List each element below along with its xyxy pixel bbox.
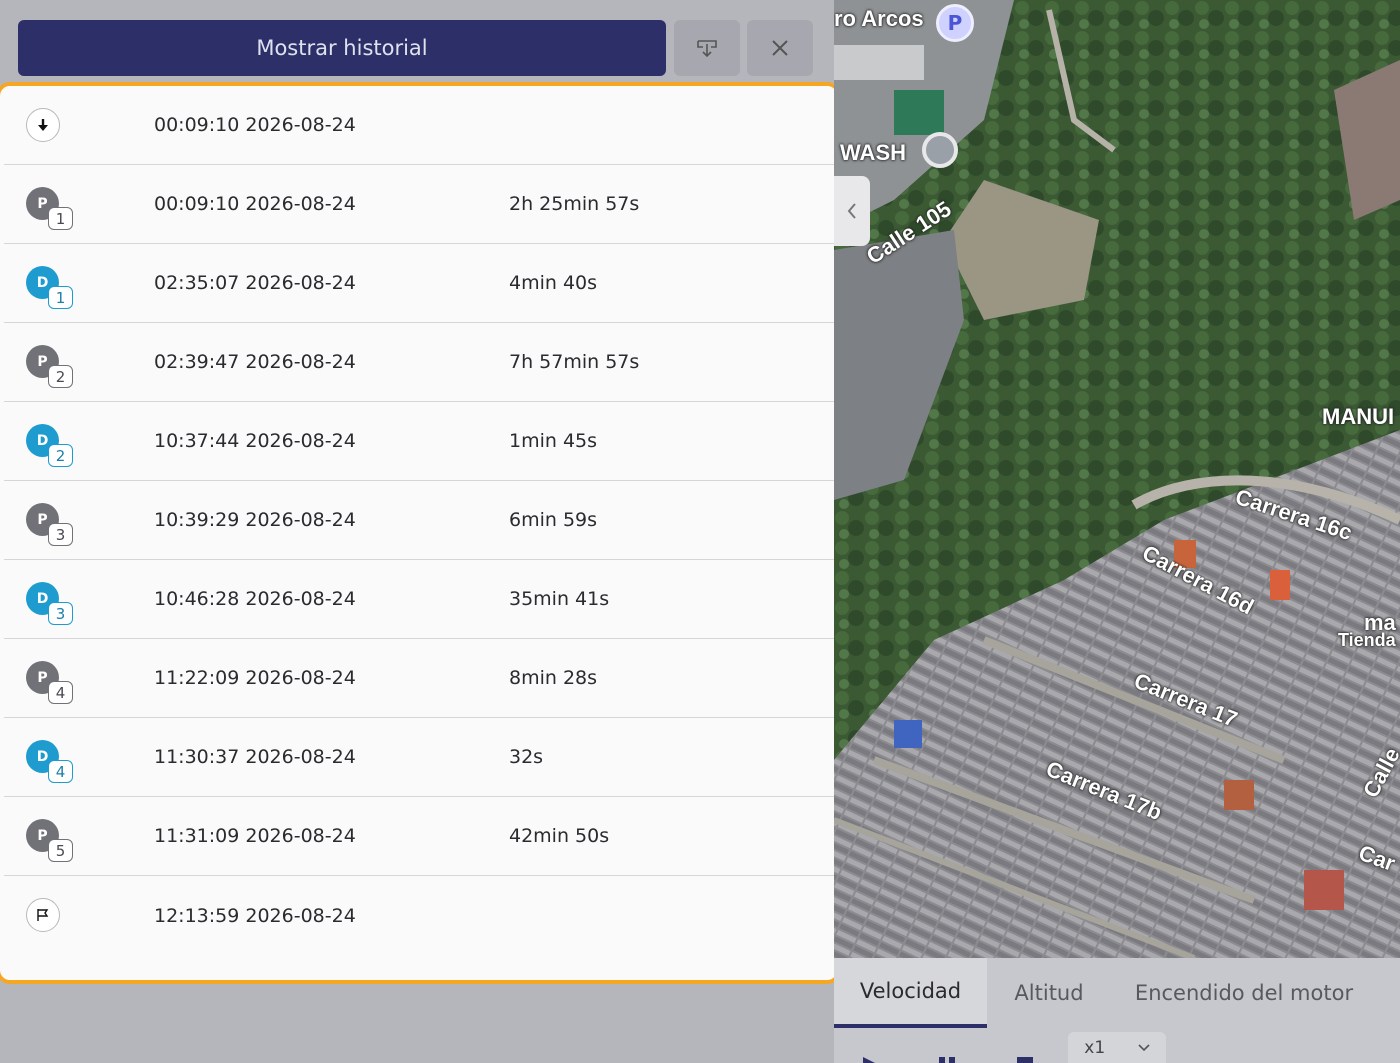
parking-marker: P 4 [26, 661, 76, 711]
marker-index: 3 [48, 523, 73, 546]
event-duration: 2h 25min 57s [509, 193, 640, 215]
pause-button[interactable] [938, 1054, 956, 1063]
map-label: ro Arcos [834, 6, 924, 31]
parking-marker: P 3 [26, 503, 76, 553]
list-item[interactable]: 00:09:10 2026-08-24 [4, 86, 837, 165]
marker-index: 3 [48, 602, 73, 625]
event-duration: 8min 28s [509, 667, 598, 689]
driving-marker: D 4 [26, 740, 76, 790]
marker-index: 2 [48, 444, 73, 467]
arrow-down-icon [26, 108, 60, 142]
map-background [834, 0, 1400, 958]
playback-speed-select[interactable]: x1 [1068, 1032, 1166, 1063]
list-item[interactable]: P 4 11:22:09 2026-08-24 8min 28s [4, 639, 837, 718]
playback-controls: x1 [834, 1030, 1400, 1063]
marker-index: 1 [48, 286, 73, 309]
event-time: 02:35:07 2026-08-24 [154, 272, 356, 294]
driving-marker: D 1 [26, 266, 76, 316]
flag-icon [26, 898, 60, 932]
tab-velocidad[interactable]: Velocidad [834, 958, 987, 1028]
tab-label: Altitud [1014, 981, 1084, 1005]
list-item[interactable]: D 2 10:37:44 2026-08-24 1min 45s [4, 402, 837, 481]
parking-poi-icon[interactable]: P [936, 4, 974, 42]
event-duration: 42min 50s [509, 825, 610, 847]
map-label: MANUI [1322, 404, 1395, 429]
chart-panel: Velocidad Altitud Encendido del motor x1 [834, 958, 1400, 1063]
poi-marker-icon[interactable] [922, 132, 958, 168]
parking-marker: P 5 [26, 819, 76, 869]
list-item[interactable]: D 3 10:46:28 2026-08-24 35min 41s [4, 560, 837, 639]
event-time: 00:09:10 2026-08-24 [154, 193, 356, 215]
list-item[interactable]: P 5 11:31:09 2026-08-24 42min 50s [4, 797, 837, 876]
marker-index: 2 [48, 365, 73, 388]
event-time: 11:22:09 2026-08-24 [154, 667, 356, 689]
parking-marker: P 2 [26, 345, 76, 395]
marker-index: 4 [48, 760, 73, 783]
list-item[interactable]: 12:13:59 2026-08-24 [4, 876, 837, 955]
close-icon [772, 40, 788, 56]
event-time: 00:09:10 2026-08-24 [154, 114, 356, 136]
list-item[interactable]: P 1 00:09:10 2026-08-24 2h 25min 57s [4, 165, 837, 244]
stop-icon [1017, 1057, 1033, 1063]
list-item[interactable]: P 2 02:39:47 2026-08-24 7h 57min 57s [4, 323, 837, 402]
tab-label: Encendido del motor [1134, 981, 1354, 1005]
marker-index: 5 [48, 839, 73, 862]
event-time: 10:39:29 2026-08-24 [154, 509, 356, 531]
event-time: 11:30:37 2026-08-24 [154, 746, 356, 768]
list-item[interactable]: D 4 11:30:37 2026-08-24 32s [4, 718, 837, 797]
show-history-button[interactable]: Mostrar historial [18, 20, 666, 76]
driving-marker: D 2 [26, 424, 76, 474]
tab-encendido-motor[interactable]: Encendido del motor [1111, 958, 1377, 1028]
event-duration: 6min 59s [509, 509, 598, 531]
history-panel: Mostrar historial 00:09:10 2026-08-24 P [0, 0, 841, 1063]
driving-marker: D 3 [26, 582, 76, 632]
event-duration: 1min 45s [509, 430, 598, 452]
parking-marker: P 1 [26, 187, 76, 237]
download-button[interactable] [674, 20, 740, 76]
history-toolbar: Mostrar historial [0, 0, 834, 90]
download-icon [697, 40, 717, 58]
map-label: WASH [840, 140, 906, 165]
event-time: 10:37:44 2026-08-24 [154, 430, 356, 452]
satellite-map[interactable]: ro Arcos P WASH Calle 105 MANUI Carrera … [834, 0, 1400, 958]
chevron-left-icon [847, 203, 856, 219]
list-item[interactable]: P 3 10:39:29 2026-08-24 6min 59s [4, 481, 837, 560]
event-time: 11:31:09 2026-08-24 [154, 825, 356, 847]
play-icon [863, 1057, 875, 1063]
event-time: 02:39:47 2026-08-24 [154, 351, 356, 373]
marker-index: 4 [48, 681, 73, 704]
stop-button[interactable] [1016, 1054, 1034, 1063]
pause-icon [939, 1057, 955, 1063]
event-time: 10:46:28 2026-08-24 [154, 588, 356, 610]
event-duration: 35min 41s [509, 588, 610, 610]
marker-index: 1 [48, 207, 73, 230]
tab-altitud[interactable]: Altitud [987, 958, 1111, 1028]
speed-value: x1 [1084, 1037, 1106, 1058]
tab-label: Velocidad [859, 979, 962, 1003]
close-button[interactable] [747, 20, 813, 76]
map-label: Tienda [1338, 630, 1396, 650]
event-duration: 4min 40s [509, 272, 598, 294]
collapse-panel-button[interactable] [834, 176, 870, 246]
show-history-label: Mostrar historial [256, 36, 428, 60]
event-duration: 7h 57min 57s [509, 351, 640, 373]
play-button[interactable] [862, 1054, 876, 1063]
event-duration: 32s [509, 746, 544, 768]
events-list: 00:09:10 2026-08-24 P 1 00:09:10 2026-08… [0, 82, 841, 984]
chevron-down-icon [1138, 1043, 1150, 1051]
event-time: 12:13:59 2026-08-24 [154, 904, 356, 927]
list-item[interactable]: D 1 02:35:07 2026-08-24 4min 40s [4, 244, 837, 323]
